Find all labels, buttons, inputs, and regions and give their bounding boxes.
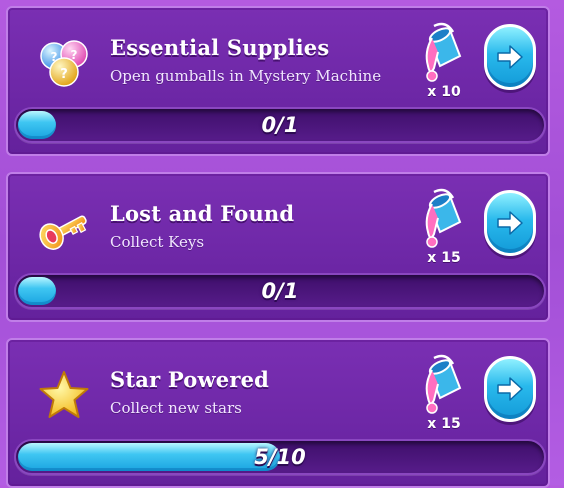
quest-subtitle: Collect new stars [110, 399, 242, 417]
progress-text: 0/1 [261, 279, 299, 303]
key-icon [39, 215, 87, 250]
paint-bucket-icon [425, 22, 462, 82]
arrow-right-icon [497, 45, 523, 69]
reward-count: x 15 [427, 416, 461, 432]
quest-card-star-powered: Star Powered Collect new stars x 15 5/10 [6, 338, 550, 488]
progress-bar: 0/1 [14, 107, 546, 143]
paint-bucket-icon [425, 354, 462, 414]
quest-card-lost-and-found: Lost and Found Collect Keys x 15 0/1 [6, 172, 550, 322]
star-icon [39, 371, 89, 418]
go-button[interactable] [484, 356, 536, 422]
quest-title: Essential Supplies [110, 35, 330, 60]
svg-text:?: ? [51, 50, 58, 64]
arrow-right-icon [497, 377, 523, 401]
quest-subtitle: Open gumballs in Mystery Machine [110, 67, 382, 85]
paint-bucket-icon [425, 188, 462, 248]
arrow-right-icon [497, 211, 523, 235]
progress-text: 5/10 [254, 445, 306, 469]
quest-title: Star Powered [110, 367, 270, 392]
svg-text:?: ? [71, 48, 78, 62]
go-button[interactable] [484, 24, 536, 90]
reward-count: x 15 [427, 250, 461, 266]
quest-card-essential-supplies: ? ? ? Essential Supplies Open gumballs i… [6, 6, 550, 156]
go-button[interactable] [484, 190, 536, 256]
progress-bar: 0/1 [14, 273, 546, 309]
quest-title: Lost and Found [110, 201, 295, 226]
reward-count: x 10 [427, 84, 461, 100]
gumballs-icon: ? ? ? [40, 40, 88, 87]
progress-text: 0/1 [261, 113, 299, 137]
progress-bar: 5/10 [14, 439, 546, 475]
quest-subtitle: Collect Keys [110, 233, 205, 251]
svg-text:?: ? [60, 67, 68, 82]
